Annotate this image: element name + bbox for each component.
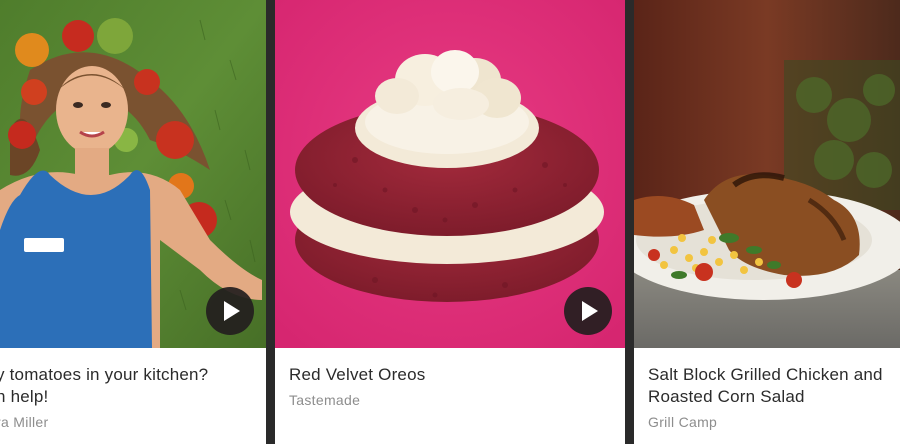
card-caption[interactable]: Salt Block Grilled Chicken and Roasted C…	[634, 348, 900, 444]
video-title[interactable]: Salt Block Grilled Chicken and Roasted C…	[648, 364, 890, 408]
video-author[interactable]: Tastemade	[289, 392, 360, 408]
video-card-salt-block-chicken[interactable]: Salt Block Grilled Chicken and Roasted C…	[634, 0, 900, 444]
video-author[interactable]: ra Miller	[0, 414, 48, 430]
video-title-line-2: Roasted Corn Salad	[648, 387, 805, 406]
video-title-line-1: y tomatoes in your kitchen?	[0, 365, 209, 384]
play-icon	[224, 301, 240, 321]
play-icon	[582, 301, 598, 321]
video-title-line-1: Red Velvet Oreos	[289, 365, 426, 384]
card-caption[interactable]: y tomatoes in your kitchen? n help! ra M…	[0, 348, 266, 444]
thumbnail-image	[634, 0, 900, 348]
video-title[interactable]: y tomatoes in your kitchen? n help!	[0, 364, 256, 408]
video-title[interactable]: Red Velvet Oreos	[289, 364, 615, 386]
video-title-line-2: n help!	[0, 387, 49, 406]
video-title-line-1: Salt Block Grilled Chicken and	[648, 365, 883, 384]
video-author[interactable]: Grill Camp	[648, 414, 717, 430]
card-caption[interactable]: Red Velvet Oreos Tastemade	[275, 348, 625, 444]
play-button[interactable]	[564, 287, 612, 335]
video-card-red-velvet-oreos[interactable]: Red Velvet Oreos Tastemade	[275, 0, 625, 444]
video-thumbnail[interactable]	[275, 0, 625, 348]
video-card-tomatoes[interactable]: y tomatoes in your kitchen? n help! ra M…	[0, 0, 266, 444]
play-button[interactable]	[206, 287, 254, 335]
video-thumbnail[interactable]	[0, 0, 266, 348]
video-thumbnail[interactable]	[634, 0, 900, 348]
